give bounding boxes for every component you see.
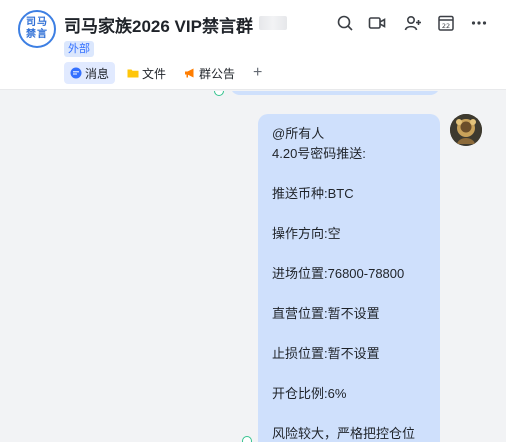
message-list[interactable]: @所有人 4.20号密码推送: 推送币种:BTC 操作方向:空 进场位置:768… xyxy=(0,91,506,442)
search-icon[interactable] xyxy=(336,14,354,32)
tab-announcement[interactable]: 群公告 xyxy=(178,62,241,84)
add-tab-button[interactable]: + xyxy=(253,62,262,84)
message-line: 操作方向:空 xyxy=(272,226,341,241)
external-badge: 外部 xyxy=(64,41,94,57)
message-bubble[interactable]: @所有人 4.20号密码推送: 推送币种:BTC 操作方向:空 进场位置:768… xyxy=(258,114,440,442)
message-gap xyxy=(272,404,426,424)
tab-label: 群公告 xyxy=(199,66,236,81)
tab-messages[interactable]: 消息 xyxy=(64,62,116,84)
message-gap xyxy=(272,204,426,224)
redacted-text xyxy=(259,16,287,30)
read-status-icon xyxy=(242,436,252,442)
message-line: 4.20号密码推送: xyxy=(272,146,366,161)
group-avatar[interactable]: 司马 禁言 xyxy=(18,10,56,48)
tab-label: 文件 xyxy=(142,66,167,81)
message-line: 进场位置:76800-78800 xyxy=(272,266,405,281)
more-icon[interactable] xyxy=(470,14,488,32)
message-line: @所有人 xyxy=(272,126,325,141)
chat-title[interactable]: 司马家族2026 VIP禁言群 xyxy=(64,12,253,37)
message-line: 推送币种:BTC xyxy=(272,186,354,201)
folder-icon xyxy=(127,67,139,79)
message-icon xyxy=(70,67,82,79)
chat-header: 司马 禁言 司马家族2026 VIP禁言群 外部 22 消息 文件 群公告 + xyxy=(0,0,506,90)
chat-tabs: 消息 文件 群公告 + xyxy=(64,62,262,84)
message-gap xyxy=(272,284,426,304)
message-gap xyxy=(272,364,426,384)
message-gap xyxy=(272,164,426,184)
tab-label: 消息 xyxy=(85,66,110,81)
message-line: 开仓比例:6% xyxy=(272,386,347,401)
message-gap xyxy=(272,244,426,264)
calendar-day: 22 xyxy=(442,22,450,30)
previous-message-bubble[interactable] xyxy=(230,91,440,95)
message-gap xyxy=(272,324,426,344)
add-member-icon[interactable] xyxy=(404,14,422,32)
sender-avatar[interactable] xyxy=(450,114,482,146)
message-line: 风险较大，严格把控仓位 xyxy=(272,426,416,441)
group-avatar-line-1: 司马 xyxy=(26,17,48,28)
read-status-icon xyxy=(214,91,224,96)
calendar-icon[interactable]: 22 xyxy=(437,14,455,32)
announcement-icon xyxy=(184,67,196,79)
message-line: 止损位置:暂不设置 xyxy=(272,346,380,361)
tab-files[interactable]: 文件 xyxy=(121,62,172,84)
message-line: 直营位置:暂不设置 xyxy=(272,306,380,321)
group-avatar-line-2: 禁言 xyxy=(26,29,48,40)
video-icon[interactable] xyxy=(368,14,386,32)
